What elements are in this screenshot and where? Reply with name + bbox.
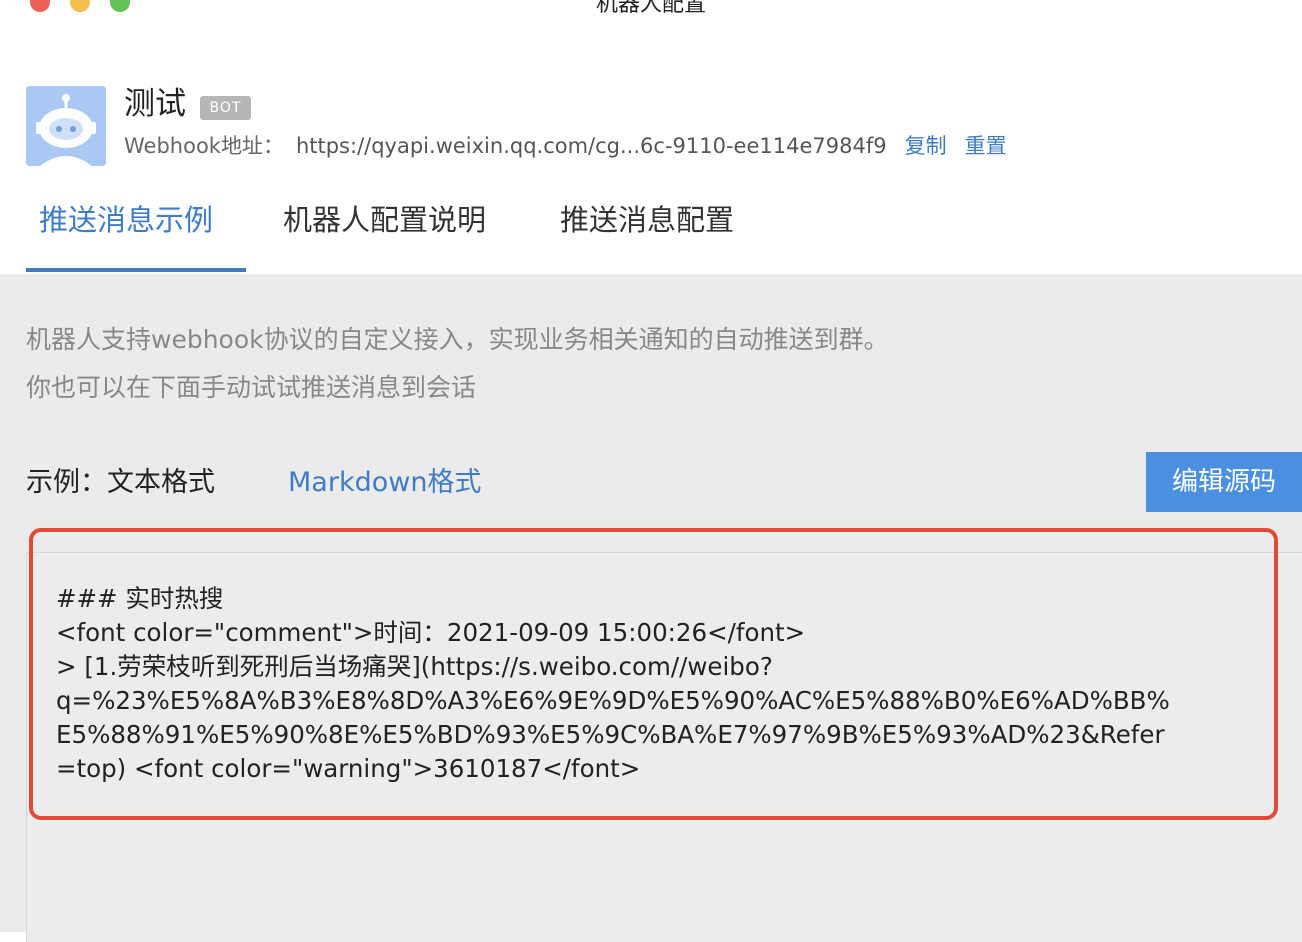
code-line: <font color="comment">时间：2021-09-09 15:0…	[56, 618, 806, 647]
edit-source-button[interactable]: 编辑源码	[1146, 452, 1302, 512]
tab-bar: 推送消息示例 机器人配置说明 推送消息配置	[26, 190, 1302, 274]
description-line-1: 机器人支持webhook协议的自定义接入，实现业务相关通知的自动推送到群。	[26, 325, 889, 354]
tab-push-example[interactable]: 推送消息示例	[39, 198, 213, 242]
reset-button[interactable]: 重置	[965, 134, 1007, 158]
active-tab-indicator	[26, 268, 246, 272]
code-content: ### 实时热搜 <font color="comment">时间：2021-0…	[56, 582, 1276, 786]
code-line: =top) <font color="warning">3610187</fon…	[56, 754, 641, 783]
copy-button[interactable]: 复制	[905, 134, 947, 158]
code-line: q=%23%E5%8A%B3%E8%8D%A3%E6%9E%9D%E5%90%A…	[56, 686, 1170, 715]
code-line: ### 实时热搜	[56, 584, 224, 613]
window-title: 机器人配置	[595, 0, 706, 17]
content-panel: 机器人支持webhook协议的自定义接入，实现业务相关通知的自动推送到群。 你也…	[0, 274, 1302, 942]
tab-bot-config-guide[interactable]: 机器人配置说明	[283, 198, 486, 242]
code-line: > [1.劳荣枝听到死刑后当场痛哭](https://s.weibo.com//…	[56, 652, 773, 681]
markdown-format-link[interactable]: Markdown格式	[288, 464, 481, 502]
tab-push-config[interactable]: 推送消息配置	[560, 198, 734, 242]
webhook-url: https://qyapi.weixin.qq.com/cg...6c-9110…	[295, 134, 887, 158]
bot-name: 测试	[124, 86, 186, 122]
code-line: E5%88%91%E5%90%8E%E5%BD%93%E5%9C%BA%E7%9…	[56, 720, 1165, 749]
description-line-2: 你也可以在下面手动试试推送消息到会话	[26, 373, 477, 402]
bot-badge: BOT	[200, 96, 251, 120]
robot-avatar-icon	[26, 86, 106, 166]
example-format-label[interactable]: 示例：文本格式	[26, 464, 215, 502]
webhook-label: Webhook地址：	[124, 134, 284, 158]
webhook-row: Webhook地址： https://qyapi.weixin.qq.com/cg…	[124, 128, 1007, 164]
title-bar: 机器人配置	[0, 0, 1302, 30]
